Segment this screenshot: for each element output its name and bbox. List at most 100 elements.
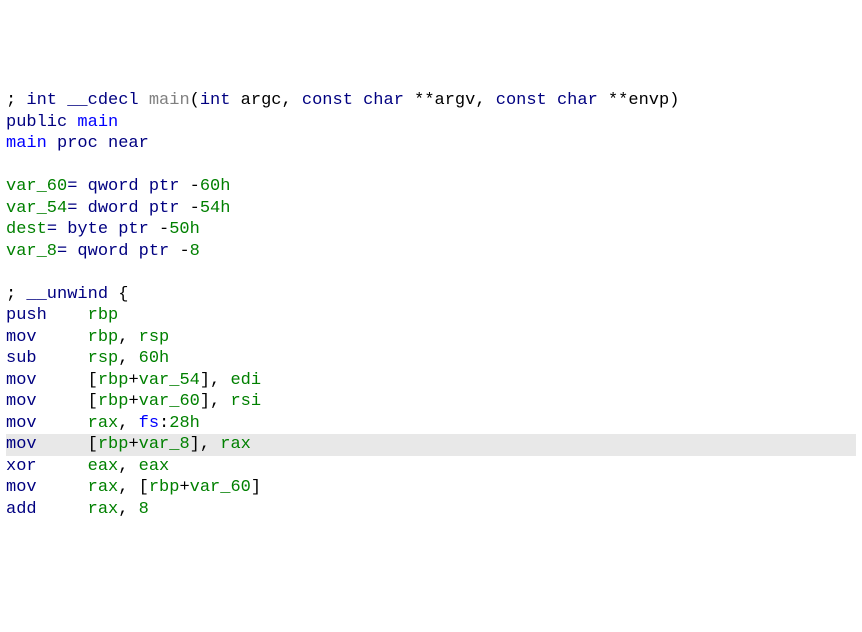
- asm-token: ,: [118, 457, 138, 476]
- asm-token: var_60: [190, 478, 251, 497]
- asm-token: 8: [190, 242, 200, 261]
- asm-token: rbp: [88, 306, 119, 325]
- asm-token: eax: [88, 457, 119, 476]
- asm-token: ;: [6, 91, 26, 110]
- asm-line[interactable]: mov [rbp+var_8], rax: [6, 434, 856, 456]
- asm-token: ],: [200, 371, 231, 390]
- asm-token: [57, 91, 67, 110]
- asm-token: **argv,: [404, 91, 496, 110]
- asm-token: +: [128, 371, 138, 390]
- asm-token: mov: [6, 435, 88, 454]
- asm-token: 50h: [169, 220, 200, 239]
- asm-token: -: [179, 242, 189, 261]
- asm-token: int: [26, 91, 57, 110]
- asm-line[interactable]: mov rax, fs:28h: [6, 413, 856, 435]
- asm-token: xor: [6, 457, 88, 476]
- asm-line[interactable]: xor eax, eax: [6, 456, 856, 478]
- asm-token: rax: [88, 500, 119, 519]
- asm-token: ,: [118, 349, 138, 368]
- asm-token: rbp: [149, 478, 180, 497]
- asm-token: ],: [190, 435, 221, 454]
- asm-line[interactable]: mov [rbp+var_60], rsi: [6, 391, 856, 413]
- asm-token: [: [88, 392, 98, 411]
- asm-token: var_60: [6, 177, 67, 196]
- asm-token: ,: [118, 414, 138, 433]
- asm-token: argc,: [230, 91, 301, 110]
- asm-token: rbp: [98, 392, 129, 411]
- asm-line[interactable]: mov rax, [rbp+var_60]: [6, 477, 856, 499]
- asm-token: main: [77, 113, 118, 132]
- asm-token: [: [88, 371, 98, 390]
- asm-line[interactable]: sub rsp, 60h: [6, 348, 856, 370]
- asm-token: = dword ptr: [67, 199, 189, 218]
- asm-token: push: [6, 306, 88, 325]
- asm-token: mov: [6, 328, 88, 347]
- asm-token: proc near: [57, 134, 149, 153]
- asm-token: __unwind: [26, 285, 108, 304]
- asm-token: rbp: [98, 435, 129, 454]
- asm-token: = byte ptr: [47, 220, 159, 239]
- asm-token: const char: [302, 91, 404, 110]
- asm-token: ],: [200, 392, 231, 411]
- asm-token: ]: [251, 478, 261, 497]
- asm-token: int: [200, 91, 231, 110]
- asm-line[interactable]: dest= byte ptr -50h: [6, 219, 856, 241]
- asm-line[interactable]: main proc near: [6, 133, 856, 155]
- asm-line[interactable]: var_54= dword ptr -54h: [6, 198, 856, 220]
- asm-token: [6, 156, 16, 175]
- asm-token: var_8: [139, 435, 190, 454]
- asm-line[interactable]: ; int __cdecl main(int argc, const char …: [6, 90, 856, 112]
- asm-token: 8: [139, 500, 149, 519]
- asm-token: = qword ptr: [57, 242, 179, 261]
- asm-token: 60h: [139, 349, 170, 368]
- asm-line[interactable]: public main: [6, 112, 856, 134]
- asm-token: main: [149, 91, 190, 110]
- asm-token: 54h: [200, 199, 231, 218]
- asm-token: rsi: [230, 392, 261, 411]
- asm-line[interactable]: push rbp: [6, 305, 856, 327]
- asm-token: fs: [139, 414, 159, 433]
- asm-token: mov: [6, 478, 88, 497]
- asm-line[interactable]: add rax, 8: [6, 499, 856, 521]
- asm-token: var_54: [139, 371, 200, 390]
- asm-token: mov: [6, 392, 88, 411]
- asm-token: 60h: [200, 177, 231, 196]
- asm-token: , [: [118, 478, 149, 497]
- asm-token: = qword ptr: [67, 177, 189, 196]
- asm-token: eax: [139, 457, 170, 476]
- asm-token: ,: [118, 328, 138, 347]
- asm-line[interactable]: mov rbp, rsp: [6, 327, 856, 349]
- asm-token: 28h: [169, 414, 200, 433]
- asm-token: rsp: [88, 349, 119, 368]
- asm-token: :: [159, 414, 169, 433]
- asm-token: mov: [6, 414, 88, 433]
- asm-token: +: [128, 392, 138, 411]
- asm-token: {: [108, 285, 128, 304]
- asm-token: main: [6, 134, 47, 153]
- asm-line[interactable]: ; __unwind {: [6, 284, 856, 306]
- asm-token: -: [159, 220, 169, 239]
- asm-token: [: [88, 435, 98, 454]
- asm-token: mov: [6, 371, 88, 390]
- asm-line[interactable]: [6, 262, 856, 284]
- disassembly-view[interactable]: ; int __cdecl main(int argc, const char …: [6, 90, 856, 520]
- asm-token: rax: [88, 478, 119, 497]
- asm-token: +: [179, 478, 189, 497]
- asm-token: rbp: [88, 328, 119, 347]
- asm-token: var_8: [6, 242, 57, 261]
- asm-line[interactable]: var_60= qword ptr -60h: [6, 176, 856, 198]
- asm-token: [67, 113, 77, 132]
- asm-line[interactable]: mov [rbp+var_54], edi: [6, 370, 856, 392]
- asm-token: ;: [6, 285, 26, 304]
- asm-token: public: [6, 113, 67, 132]
- asm-line[interactable]: var_8= qword ptr -8: [6, 241, 856, 263]
- asm-token: edi: [230, 371, 261, 390]
- asm-token: -: [190, 199, 200, 218]
- asm-line[interactable]: [6, 155, 856, 177]
- asm-token: add: [6, 500, 88, 519]
- asm-token: rbp: [98, 371, 129, 390]
- asm-token: const char: [496, 91, 598, 110]
- asm-token: [6, 263, 16, 282]
- asm-token: (: [190, 91, 200, 110]
- asm-token: [139, 91, 149, 110]
